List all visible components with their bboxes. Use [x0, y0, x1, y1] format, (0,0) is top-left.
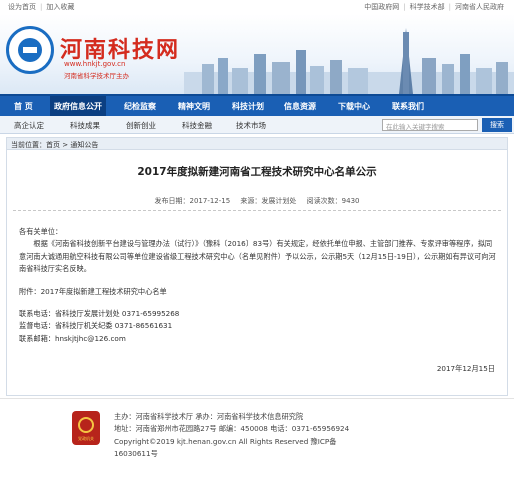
- main-nav: 首 页 政府信息公开 纪检监察 精神文明 科技计划 信息资源 下载中心 联系我们: [0, 94, 514, 116]
- nav-home[interactable]: 首 页: [14, 101, 33, 112]
- henan-gov-link[interactable]: 河南省人民政府: [455, 3, 504, 11]
- site-footer: 党政机关 主办：河南省科学技术厅 承办：河南省科学技术信息研究院 地址：河南省郑…: [0, 398, 514, 480]
- add-favorite-link[interactable]: 加入收藏: [46, 3, 74, 11]
- search-button[interactable]: 搜索: [482, 118, 512, 132]
- subnav-tech-market[interactable]: 技术市场: [236, 120, 266, 131]
- top-links-right: 中国政府网 | 科学技术部 | 河南省人民政府: [364, 3, 504, 11]
- nav-civilization[interactable]: 精神文明: [178, 101, 210, 112]
- nav-download[interactable]: 下载中心: [338, 101, 370, 112]
- badge-text: 党政机关: [78, 436, 94, 441]
- view-count: 阅读次数：9430: [307, 197, 360, 205]
- site-url: www.hnkjt.gov.cn: [64, 60, 126, 68]
- site-sponsor: 河南省科学技术厅主办: [64, 72, 129, 80]
- body-paragraph: 根据《河南省科技创新平台建设与管理办法（试行）》（豫科〔2016〕83号）有关规…: [19, 239, 496, 274]
- attachment-link[interactable]: 附件：2017年度拟新建工程技术研究中心名单: [19, 286, 499, 298]
- breadcrumb: 当前位置：首页 > 通知公告: [6, 137, 508, 150]
- sign-date: 2017年12月15日: [436, 364, 495, 373]
- nav-contact[interactable]: 联系我们: [392, 101, 424, 112]
- most-link[interactable]: 科学技术部: [410, 3, 445, 11]
- site-banner: 河南科技网 www.hnkjt.gov.cn 河南省科学技术厅主办: [0, 14, 514, 94]
- search-input[interactable]: 在此输入关键字搜索: [382, 119, 478, 131]
- greeting: 各有关单位：: [19, 227, 63, 236]
- subnav-achievements[interactable]: 科技成果: [70, 120, 100, 131]
- supervision-phone: 监督电话：省科技厅机关纪委 0371-86561631: [19, 321, 173, 331]
- article-source: 来源：发展计划处: [240, 197, 297, 205]
- top-utility-bar: 设为首页 | 加入收藏 中国政府网 | 科学技术部 | 河南省人民政府: [0, 0, 514, 14]
- article-panel: 2017年度拟新建河南省工程技术研究中心名单公示 发布日期：2017-12-15…: [6, 150, 508, 396]
- gov-cn-link[interactable]: 中国政府网: [364, 3, 399, 11]
- nav-gov-info[interactable]: 政府信息公开: [50, 96, 106, 116]
- set-homepage-link[interactable]: 设为首页: [8, 3, 36, 11]
- footer-sponsor: 主办：河南省科学技术厅 承办：河南省科学技术信息研究院: [114, 412, 304, 421]
- contact-email: 联系邮箱：hnskjtjhc@126.com: [19, 333, 126, 343]
- subnav-innovation[interactable]: 创新创业: [126, 120, 156, 131]
- nav-info-resources[interactable]: 信息资源: [284, 101, 316, 112]
- subnav-high-tech[interactable]: 高企认定: [14, 120, 44, 131]
- city-skyline-image: [184, 28, 514, 94]
- divider: [13, 210, 501, 211]
- site-logo-icon[interactable]: [6, 26, 54, 74]
- contact-phone: 联系电话：省科技厅发展计划处 0371-65995268: [19, 309, 180, 319]
- view-count-label: 阅读次数：: [306, 197, 342, 205]
- party-gov-badge-icon[interactable]: 党政机关: [72, 411, 100, 445]
- footer-info: 主办：河南省科学技术厅 承办：河南省科学技术信息研究院 地址：河南省郑州市花园路…: [114, 411, 364, 461]
- footer-address: 地址：河南省郑州市花园路27号 邮编：450008 电话：0371-659569…: [114, 424, 350, 434]
- article-meta: 发布日期：2017-12-15 来源：发展计划处 阅读次数：9430: [7, 196, 507, 206]
- article-body: 各有关单位： 根据《河南省科技创新平台建设与管理办法（试行）》（豫科〔2016〕…: [19, 226, 499, 345]
- publish-date: 发布日期：2017-12-15: [154, 197, 231, 205]
- view-count-value: 9430: [341, 197, 360, 205]
- article-title: 2017年度拟新建河南省工程技术研究中心名单公示: [137, 166, 377, 178]
- nav-discipline[interactable]: 纪检监察: [124, 101, 156, 112]
- footer-copyright: Copyright©2019 kjt.henan.gov.cn All Righ…: [114, 436, 337, 459]
- subnav-finance[interactable]: 科技金融: [182, 120, 212, 131]
- nav-sci-plan[interactable]: 科技计划: [232, 101, 264, 112]
- sub-nav: 高企认定 科技成果 创新创业 科技金融 技术市场 在此输入关键字搜索 搜索: [0, 116, 514, 134]
- top-links-left: 设为首页 | 加入收藏: [8, 3, 75, 11]
